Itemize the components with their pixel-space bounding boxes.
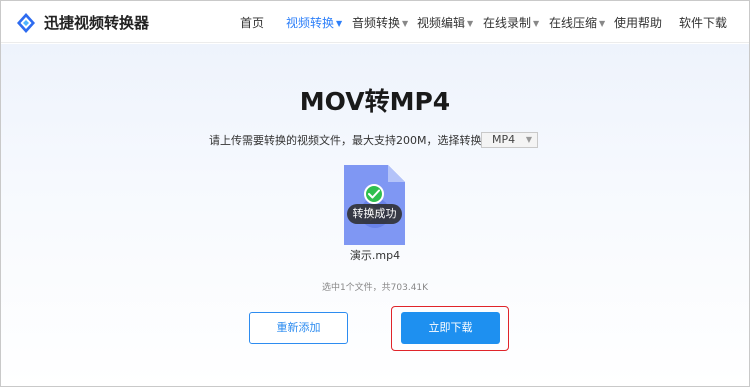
- re-add-button[interactable]: 重新添加: [249, 312, 348, 344]
- nav-item-online-compress[interactable]: 在线压缩 ▼: [549, 14, 605, 32]
- app-brand[interactable]: 迅捷视频转换器: [44, 13, 149, 33]
- nav-item-software-download[interactable]: 软件下载: [679, 14, 727, 32]
- chevron-down-icon: ▼: [599, 19, 606, 28]
- top-navbar: 迅捷视频转换器 首页 视频转换 ▼ 音频转换 ▼ 视频编辑 ▼ 在线录制 ▼ 在线压缩 ▼…: [1, 1, 749, 43]
- check-icon: [364, 184, 384, 204]
- download-now-button[interactable]: 立即下载: [401, 312, 500, 344]
- nav-item-label: 软件下载: [679, 16, 728, 30]
- file-count: 选中1个文件，共703.41K: [321, 283, 429, 293]
- nav-item-label: 视频转换: [286, 16, 335, 30]
- app-logo-icon[interactable]: [15, 12, 37, 34]
- chevron-down-icon: ▼: [402, 19, 409, 28]
- format-select-value: MP4: [492, 133, 516, 146]
- nav-item-video-convert[interactable]: 视频转换 ▼: [286, 14, 342, 32]
- file-name: 演示.mp4: [349, 249, 401, 262]
- nav-item-home[interactable]: 首页: [240, 14, 264, 32]
- chevron-down-icon: ▼: [533, 19, 540, 28]
- page-title: MOV转MP4: [299, 87, 451, 116]
- status-badge: 转换成功: [347, 204, 402, 224]
- nav-item-audio-convert[interactable]: 音频转换 ▼: [352, 14, 408, 32]
- nav-item-label: 音频转换: [352, 16, 401, 30]
- chevron-down-icon: ▼: [336, 19, 343, 28]
- nav-item-label: 首页: [240, 16, 265, 30]
- nav-item-label: 视频编辑: [417, 16, 466, 30]
- nav-item-help[interactable]: 使用帮助: [614, 14, 662, 32]
- nav-item-label: 在线录制: [483, 16, 532, 30]
- chevron-down-icon: ▼: [467, 19, 474, 28]
- nav-item-video-edit[interactable]: 视频编辑 ▼: [417, 14, 473, 32]
- chevron-down-icon: ▼: [525, 135, 532, 144]
- nav-item-label: 在线压缩: [549, 16, 598, 30]
- upload-prompt: 请上传需要转换的视频文件，最大支持200M，选择转换格式：: [209, 134, 515, 147]
- nav-item-label: 使用帮助: [614, 16, 663, 30]
- format-select[interactable]: MP4 ▼: [481, 132, 538, 148]
- nav-item-online-record[interactable]: 在线录制 ▼: [483, 14, 539, 32]
